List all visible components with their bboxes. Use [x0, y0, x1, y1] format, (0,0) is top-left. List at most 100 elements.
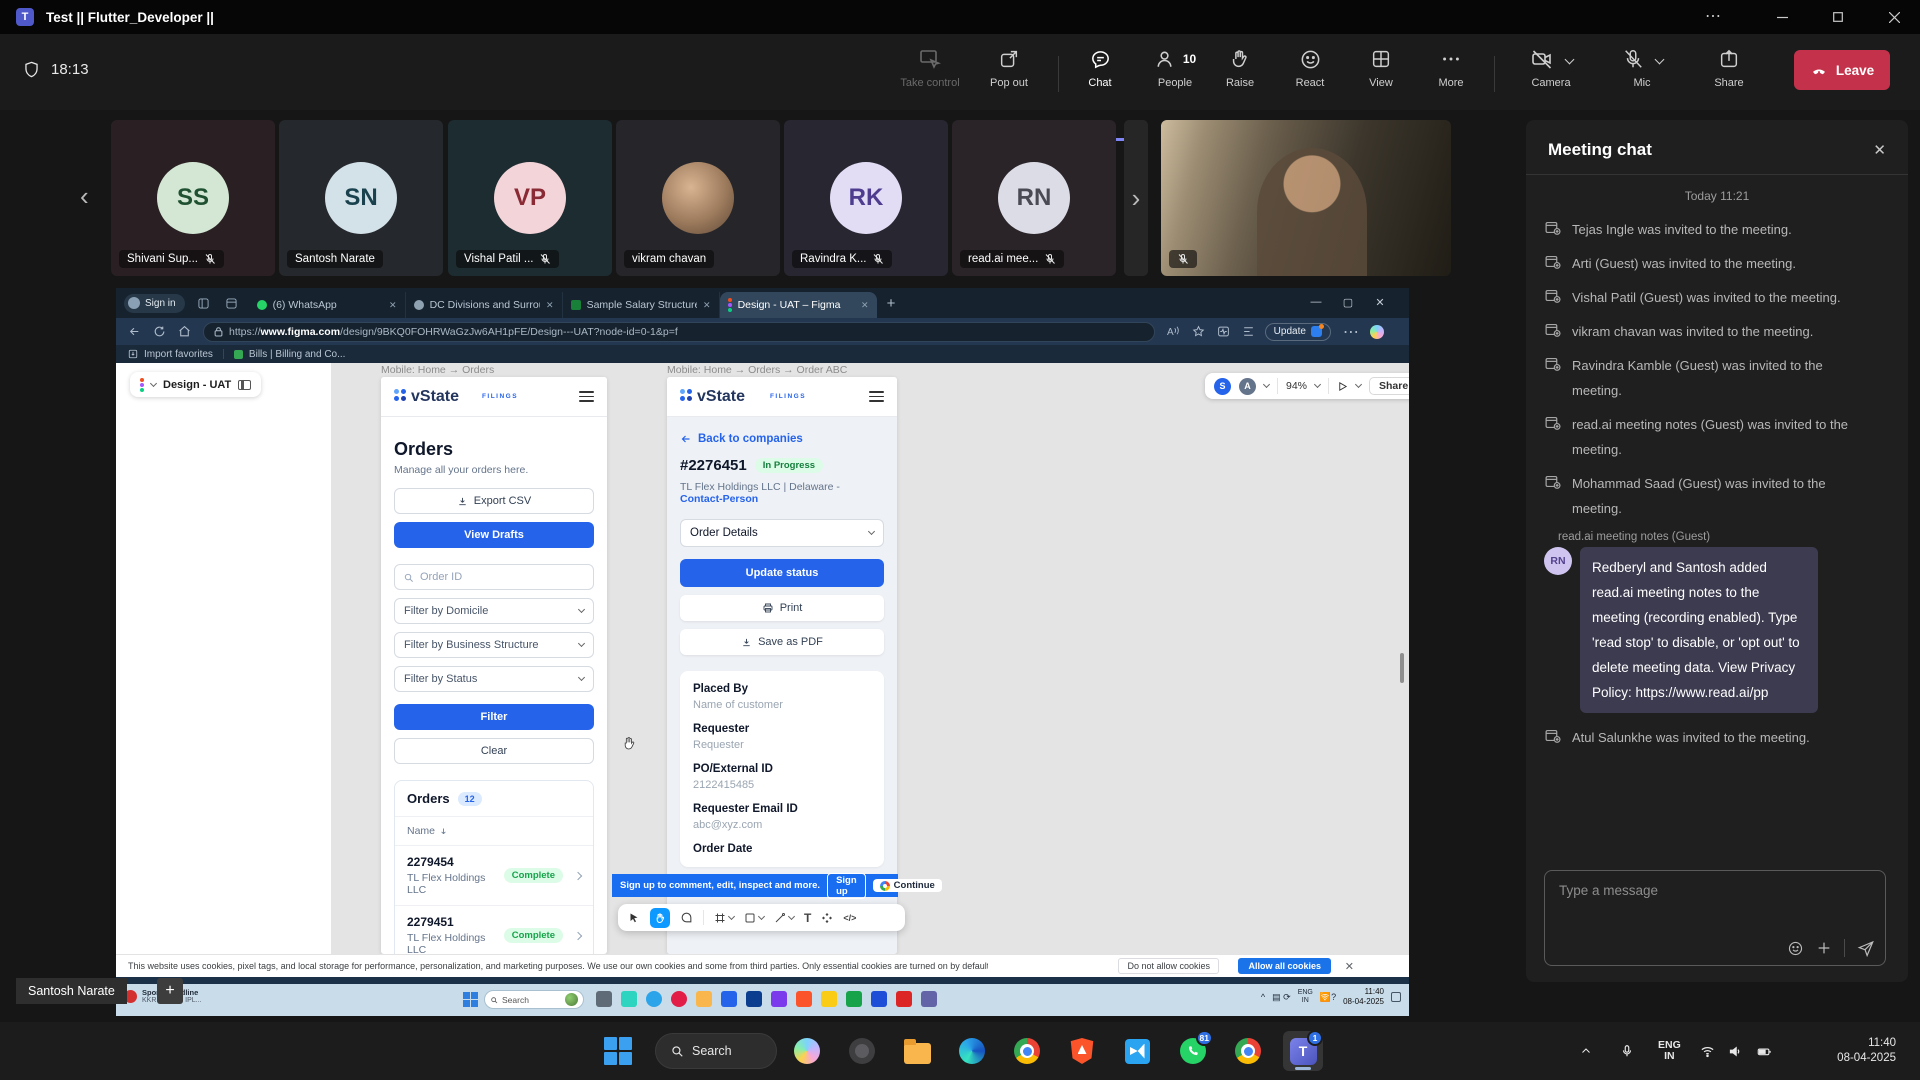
signup-button[interactable]: Sign up [827, 873, 866, 899]
volume-icon[interactable] [1728, 1022, 1743, 1080]
share-button[interactable]: Share [1698, 46, 1760, 98]
people-button[interactable]: 10 People [1139, 46, 1211, 98]
order-id-search-input[interactable]: Order ID [394, 564, 594, 590]
cookie-close-icon[interactable]: ✕ [1345, 960, 1354, 973]
save-as-pdf-button[interactable]: Save as PDF [680, 629, 884, 655]
read-aloud-icon[interactable]: A [1167, 326, 1180, 338]
pen-tool[interactable] [774, 912, 794, 924]
zoom-level[interactable]: 94% [1286, 380, 1307, 392]
comment-tool-icon[interactable] [680, 911, 693, 924]
browser-menu-icon[interactable]: ⋯ [1343, 322, 1360, 342]
view-drafts-button[interactable]: View Drafts [394, 522, 594, 548]
present-icon[interactable] [1337, 381, 1348, 392]
start-button[interactable] [604, 1037, 632, 1065]
contact-person-link[interactable]: Contact-Person [680, 493, 758, 505]
filter-button[interactable]: Filter [394, 704, 594, 730]
vertical-tabs-icon[interactable] [223, 294, 241, 312]
browser-signin-button[interactable]: Sign in [124, 294, 185, 313]
presenter-video-tile[interactable] [1161, 120, 1451, 276]
figma-share-button[interactable]: Share [1369, 377, 1409, 395]
tab-close-icon[interactable]: ✕ [861, 300, 869, 311]
tab-close-icon[interactable]: ✕ [546, 300, 554, 311]
participant-tile[interactable]: vikram chavan [616, 120, 780, 276]
send-icon[interactable] [1857, 939, 1875, 957]
brave-icon[interactable] [1062, 1031, 1102, 1071]
copilot-icon[interactable] [1370, 325, 1384, 339]
refresh-icon[interactable] [153, 325, 166, 338]
print-button[interactable]: Print [680, 595, 884, 621]
tab-close-icon[interactable]: ✕ [389, 300, 397, 311]
dev-mode-icon[interactable]: </> [843, 913, 856, 923]
tab-whatsapp[interactable]: (6) WhatsApp✕ [249, 292, 406, 318]
battery-icon[interactable] [1756, 1022, 1773, 1080]
deny-cookies-button[interactable]: Do not allow cookies [1118, 958, 1219, 974]
order-details-select[interactable]: Order Details [680, 519, 884, 547]
hamburger-menu-icon[interactable] [579, 391, 594, 402]
frame-tool[interactable] [714, 912, 734, 924]
edge-icon[interactable] [952, 1031, 992, 1071]
maximize-button[interactable] [1815, 0, 1861, 34]
filter-status-select[interactable]: Filter by Status [394, 666, 594, 692]
chrome-icon[interactable] [1007, 1031, 1047, 1071]
frame-label[interactable]: Mobile: Home → Orders → Order ABC [667, 364, 847, 376]
allow-cookies-button[interactable]: Allow all cookies [1238, 958, 1331, 974]
chat-message-input[interactable]: Type a message [1544, 870, 1886, 966]
home-icon[interactable] [178, 325, 191, 338]
address-bar[interactable]: https://www.figma.com/design/9BKQ0FOHRWa… [203, 322, 1155, 342]
participant-tile[interactable]: SS Shivani Sup... [111, 120, 275, 276]
order-row[interactable]: 2279454TL Flex Holdings LLC Complete [395, 845, 593, 905]
start-icon[interactable] [463, 992, 478, 1007]
participant-tile[interactable]: SN Santosh Narate [279, 120, 443, 276]
tray-chevron-icon[interactable] [1580, 1022, 1592, 1080]
collaborator-avatar[interactable]: S [1214, 378, 1231, 395]
clock[interactable]: 11:40 08-04-2025 [1810, 1022, 1896, 1080]
participant-tile[interactable]: RK Ravindra K... [784, 120, 948, 276]
import-favorites-link[interactable]: Import favorites [144, 349, 213, 360]
zoom-in-share-button[interactable]: + [157, 978, 183, 1004]
more-button[interactable]: More [1417, 46, 1485, 98]
hamburger-menu-icon[interactable] [869, 391, 884, 402]
figma-canvas[interactable]: Mobile: Home → Orders vState FILINGS Ord… [116, 363, 1409, 954]
whatsapp-icon[interactable]: 81 [1173, 1031, 1213, 1071]
collaborator-avatar[interactable]: A [1239, 378, 1256, 395]
component-tool-icon[interactable] [821, 912, 833, 924]
raise-hand-button[interactable]: Raise [1206, 46, 1274, 98]
titlebar-more-icon[interactable]: ⋯ [1705, 6, 1723, 26]
view-button[interactable]: View [1347, 46, 1415, 98]
shared-taskbar-icons[interactable] [596, 991, 937, 1007]
browser-minimize-icon[interactable]: — [1301, 288, 1331, 316]
browser-update-button[interactable]: Update [1265, 323, 1331, 341]
close-button[interactable] [1871, 0, 1917, 34]
app-icon-dark[interactable] [842, 1031, 882, 1071]
react-button[interactable]: React [1276, 46, 1344, 98]
tab-salary-sheet[interactable]: Sample Salary Structure with calc✕ [563, 292, 720, 318]
pop-out-button[interactable]: Pop out [975, 46, 1043, 98]
teams-taskbar-icon[interactable]: T 1 [1283, 1031, 1323, 1071]
order-row[interactable]: 2279451TL Flex Holdings LLC Complete [395, 905, 593, 954]
browser-essentials-icon[interactable] [1217, 325, 1230, 338]
export-csv-button[interactable]: Export CSV [394, 488, 594, 514]
canvas-scrollbar[interactable] [1400, 653, 1404, 683]
participant-tile[interactable]: VP Vishal Patil ... [448, 120, 612, 276]
filter-domicile-select[interactable]: Filter by Domicile [394, 598, 594, 624]
chrome-icon-2[interactable] [1228, 1031, 1268, 1071]
tab-actions-icon[interactable] [195, 294, 213, 312]
taskbar-search[interactable]: Search [655, 1033, 777, 1069]
chat-close-icon[interactable]: ✕ [1873, 141, 1886, 159]
attach-plus-icon[interactable] [1816, 940, 1832, 956]
figma-file-pill[interactable]: Design - UAT [130, 372, 261, 397]
chat-button[interactable]: Chat [1072, 46, 1128, 98]
vscode-icon[interactable] [1117, 1031, 1157, 1071]
shape-tool[interactable] [744, 912, 764, 924]
filter-business-structure-select[interactable]: Filter by Business Structure [394, 632, 594, 658]
emoji-icon[interactable] [1787, 940, 1804, 957]
minimize-button[interactable] [1759, 0, 1805, 34]
tab-figma-active[interactable]: Design - UAT – Figma✕ [720, 292, 877, 318]
file-explorer-icon[interactable] [897, 1031, 937, 1071]
favorite-star-icon[interactable] [1192, 325, 1205, 338]
participant-tile[interactable]: RN read.ai mee... [952, 120, 1116, 276]
hand-tool-icon[interactable] [650, 908, 670, 928]
language-indicator[interactable]: ENGIN [1658, 1022, 1681, 1080]
tray-mic-icon[interactable] [1620, 1022, 1634, 1080]
tab-close-icon[interactable]: ✕ [703, 300, 711, 311]
